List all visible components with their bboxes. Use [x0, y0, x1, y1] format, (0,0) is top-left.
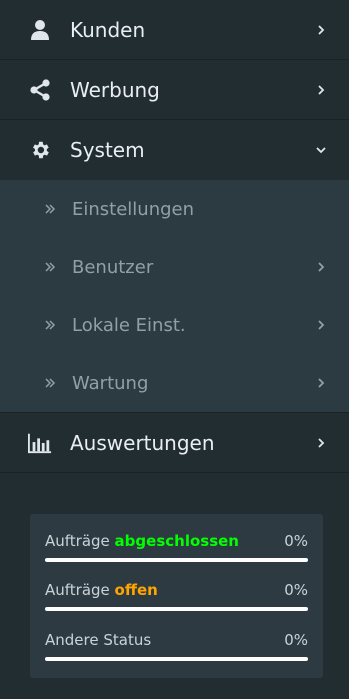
system-submenu: Einstellungen Benutzer Lokale Einst. War… [0, 180, 349, 413]
stat-value: 0% [284, 631, 308, 649]
double-chevron-right-icon [45, 320, 56, 330]
stat-label-prefix: Aufträge [45, 581, 115, 599]
submenu-item-label: Einstellungen [72, 198, 195, 220]
nav-item-auswertungen[interactable]: Auswertungen [0, 413, 349, 473]
chevron-down-icon [316, 147, 326, 154]
double-chevron-right-icon [45, 262, 56, 272]
bar-chart-icon [28, 431, 52, 455]
submenu-item-wartung[interactable]: Wartung [0, 354, 349, 412]
nav-item-label: Werbung [70, 77, 160, 102]
chevron-right-icon [318, 84, 325, 95]
nav-item-label: Auswertungen [70, 430, 215, 455]
nav-item-system[interactable]: System [0, 120, 349, 180]
submenu-item-einstellungen[interactable]: Einstellungen [0, 180, 349, 238]
chevron-right-icon [318, 437, 325, 448]
nav-item-label: System [70, 138, 145, 162]
submenu-item-label: Wartung [72, 372, 149, 394]
progress-bar [45, 558, 308, 562]
submenu-item-label: Benutzer [72, 256, 154, 278]
nav-item-label: Kunden [70, 17, 146, 42]
stat-label: Aufträge abgeschlossen [45, 532, 239, 550]
stat-value: 0% [284, 532, 308, 550]
chevron-right-icon [318, 262, 325, 272]
stat-label-prefix: Aufträge [45, 532, 115, 550]
user-icon [28, 18, 52, 42]
stats-panel: Aufträge abgeschlossen 0% Aufträge offen… [30, 514, 323, 678]
submenu-item-label: Lokale Einst. [72, 314, 186, 336]
stat-label: Aufträge offen [45, 581, 158, 599]
nav-item-werbung[interactable]: Werbung [0, 60, 349, 120]
progress-bar [45, 657, 308, 661]
submenu-item-lokale-einst[interactable]: Lokale Einst. [0, 296, 349, 354]
double-chevron-right-icon [45, 204, 56, 214]
nav-item-kunden[interactable]: Kunden [0, 0, 349, 60]
stat-label: Andere Status [45, 631, 152, 649]
stat-open: Aufträge offen 0% [45, 581, 308, 611]
gear-icon [28, 138, 52, 162]
double-chevron-right-icon [45, 378, 56, 388]
stat-other: Andere Status 0% [45, 631, 308, 661]
chevron-right-icon [318, 24, 325, 35]
stat-completed: Aufträge abgeschlossen 0% [45, 532, 308, 562]
share-icon [28, 78, 52, 102]
progress-bar [45, 607, 308, 611]
stat-value: 0% [284, 581, 308, 599]
stat-label-highlight: abgeschlossen [114, 532, 239, 550]
submenu-item-benutzer[interactable]: Benutzer [0, 238, 349, 296]
chevron-right-icon [318, 320, 325, 330]
stat-label-highlight: offen [114, 581, 158, 599]
chevron-right-icon [318, 378, 325, 388]
